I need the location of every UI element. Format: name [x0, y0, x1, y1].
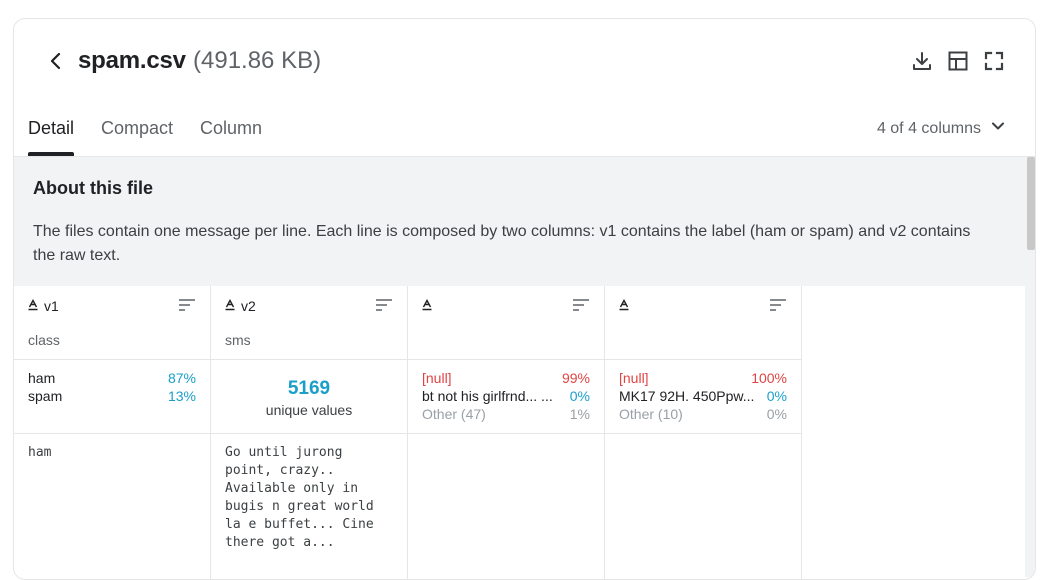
chevron-down-icon — [991, 119, 1005, 138]
stat-pct: 100% — [751, 370, 787, 386]
tab-compact[interactable]: Compact — [101, 118, 173, 139]
column-description: class — [28, 332, 60, 348]
stat-label: MK17 92H. 450Ppw... — [619, 388, 755, 404]
column-description: sms — [225, 332, 251, 348]
cell-value: Go until jurong point, crazy.. Available… — [225, 445, 374, 550]
column-v1: v1 class ham 87% spam 13% ham — [14, 286, 211, 579]
stat-label: Other (10) — [619, 406, 683, 422]
tab-column[interactable]: Column — [200, 118, 262, 139]
stat-row: bt not his girlfrnd... ... 0% — [422, 388, 590, 404]
file-preview-card: spam.csv (491.86 KB) Detail Compact Colu… — [13, 18, 1036, 580]
column-v2: v2 sms 5169 unique values Go until juron… — [211, 286, 408, 579]
stat-label: bt not his girlfrnd... ... — [422, 388, 553, 404]
about-title: About this file — [33, 178, 153, 198]
sort-icon[interactable] — [375, 298, 393, 312]
cell-value: ham — [28, 445, 52, 460]
active-tab-indicator — [28, 152, 74, 156]
string-type-icon — [619, 298, 629, 314]
stat-pct: 99% — [561, 370, 590, 386]
stat-row: [null] 100% — [619, 370, 787, 386]
sort-icon[interactable] — [572, 298, 590, 312]
scrollbar[interactable] — [1025, 157, 1035, 577]
stat-row: Other (47) 1% — [422, 406, 590, 422]
unique-count: 5169 — [287, 378, 331, 399]
sort-icon[interactable] — [178, 298, 196, 312]
back-arrow-icon[interactable] — [44, 49, 68, 73]
sort-icon[interactable] — [769, 298, 787, 312]
stat-row: Other (10) 0% — [619, 406, 787, 422]
stat-pct: 0% — [766, 406, 787, 422]
file-header: spam.csv (491.86 KB) — [14, 19, 1035, 105]
stat-row: spam 13% — [28, 388, 196, 404]
tab-detail[interactable]: Detail — [28, 118, 74, 139]
column-header-v2[interactable]: v2 — [225, 298, 256, 314]
stat-label: ham — [28, 370, 56, 386]
scrollbar-thumb[interactable] — [1027, 157, 1035, 250]
stat-pct: 0% — [766, 388, 787, 404]
file-title: spam.csv — [78, 47, 186, 74]
table-icon[interactable] — [946, 49, 970, 73]
stat-pct: 1% — [569, 406, 590, 422]
stat-row: ham 87% — [28, 370, 196, 386]
unique-label: unique values — [265, 402, 353, 418]
download-icon[interactable] — [910, 49, 934, 73]
stat-pct: 13% — [167, 388, 196, 404]
stat-pct: 0% — [569, 388, 590, 404]
column-4: [null] 100% MK17 92H. 450Ppw... 0% Other… — [605, 286, 802, 579]
fullscreen-icon[interactable] — [982, 49, 1006, 73]
stat-pct: 87% — [167, 370, 196, 386]
column-selector[interactable]: 4 of 4 columns — [877, 119, 1005, 138]
string-type-icon — [225, 298, 235, 314]
stat-label: [null] — [619, 370, 649, 386]
column-name: v2 — [241, 298, 256, 314]
column-selector-label: 4 of 4 columns — [876, 119, 981, 137]
stat-label: spam — [28, 388, 63, 404]
column-name: v1 — [44, 298, 59, 314]
column-header-4[interactable] — [619, 298, 635, 314]
stat-row: [null] 99% — [422, 370, 590, 386]
stat-label: [null] — [422, 370, 452, 386]
string-type-icon — [422, 298, 432, 314]
about-section: About this file The files contain one me… — [14, 157, 1025, 286]
string-type-icon — [28, 298, 38, 314]
file-size: (491.86 KB) — [193, 47, 322, 74]
stat-label: Other (47) — [422, 406, 486, 422]
about-text: The files contain one message per line. … — [33, 223, 971, 264]
column-header-v1[interactable]: v1 — [28, 298, 59, 314]
column-3: [null] 99% bt not his girlfrnd... ... 0%… — [408, 286, 605, 579]
stat-row: MK17 92H. 450Ppw... 0% — [619, 388, 787, 404]
column-header-3[interactable] — [422, 298, 438, 314]
